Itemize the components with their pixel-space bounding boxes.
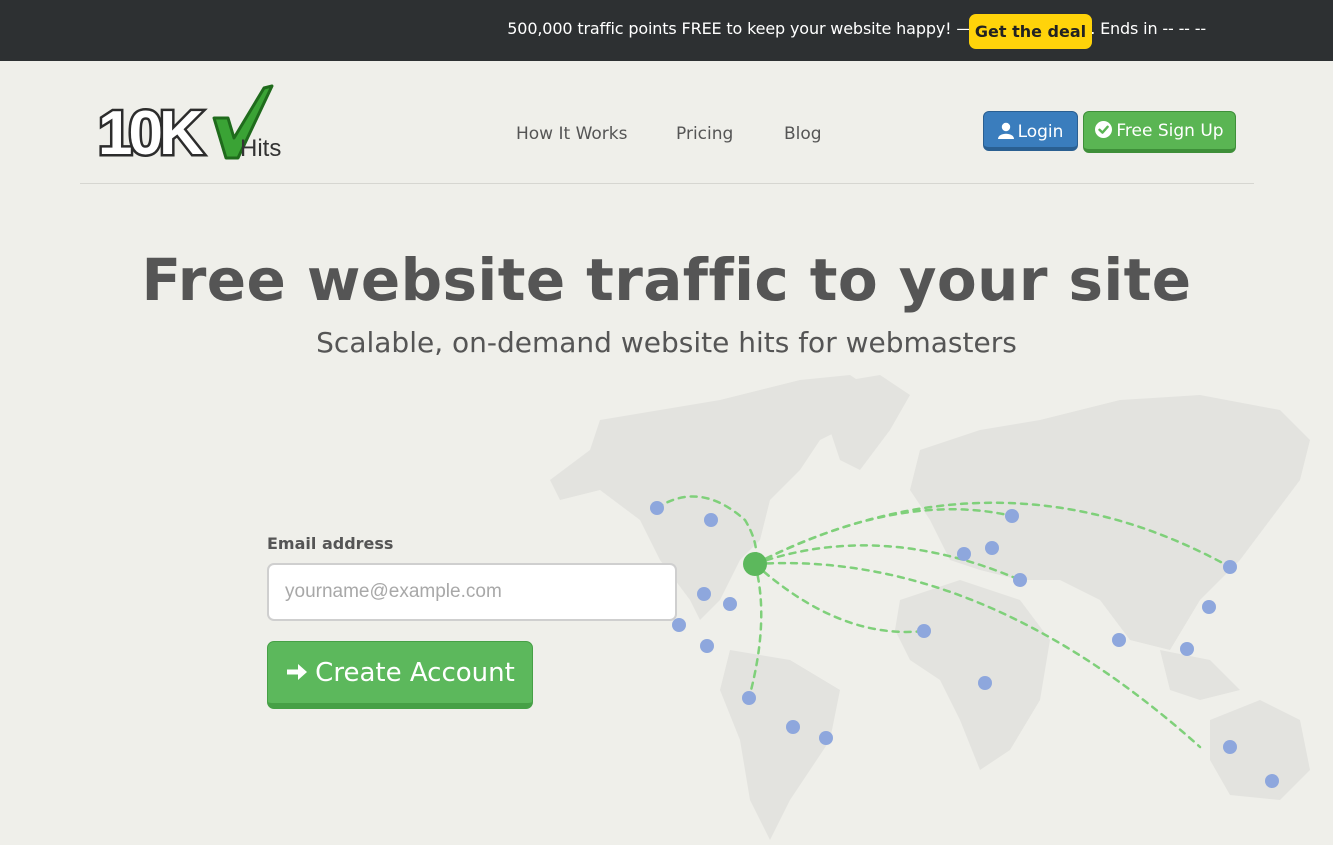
traffic-hub-dot: [743, 552, 767, 576]
login-label: Login: [1017, 122, 1064, 142]
nav-how-it-works[interactable]: How It Works: [516, 124, 627, 144]
arrow-right-icon: [287, 664, 308, 680]
logo-sub-text: Hits: [240, 135, 281, 162]
hero-subtitle: Scalable, on-demand website hits for web…: [316, 326, 1017, 359]
logo-main-text: 10K: [98, 99, 204, 162]
site-logo[interactable]: 10K Hits: [96, 84, 284, 162]
get-deal-button[interactable]: Get the deal: [969, 14, 1092, 49]
user-icon: [997, 122, 1014, 139]
create-account-label: Create Account: [315, 658, 515, 688]
hero-title: Free website traffic to your site: [141, 246, 1192, 314]
signup-label: Free Sign Up: [1116, 121, 1224, 141]
promo-bar: 500,000 traffic points FREE to keep your…: [0, 0, 1333, 61]
email-label: Email address: [267, 534, 394, 553]
create-account-button[interactable]: Create Account: [267, 641, 533, 709]
email-input[interactable]: [267, 563, 677, 621]
login-button[interactable]: Login: [983, 111, 1078, 151]
check-circle-icon: [1095, 121, 1113, 138]
nav-blog[interactable]: Blog: [784, 124, 822, 144]
nav-pricing[interactable]: Pricing: [676, 124, 733, 144]
free-signup-button[interactable]: Free Sign Up: [1083, 111, 1236, 153]
header-divider: [80, 183, 1254, 184]
